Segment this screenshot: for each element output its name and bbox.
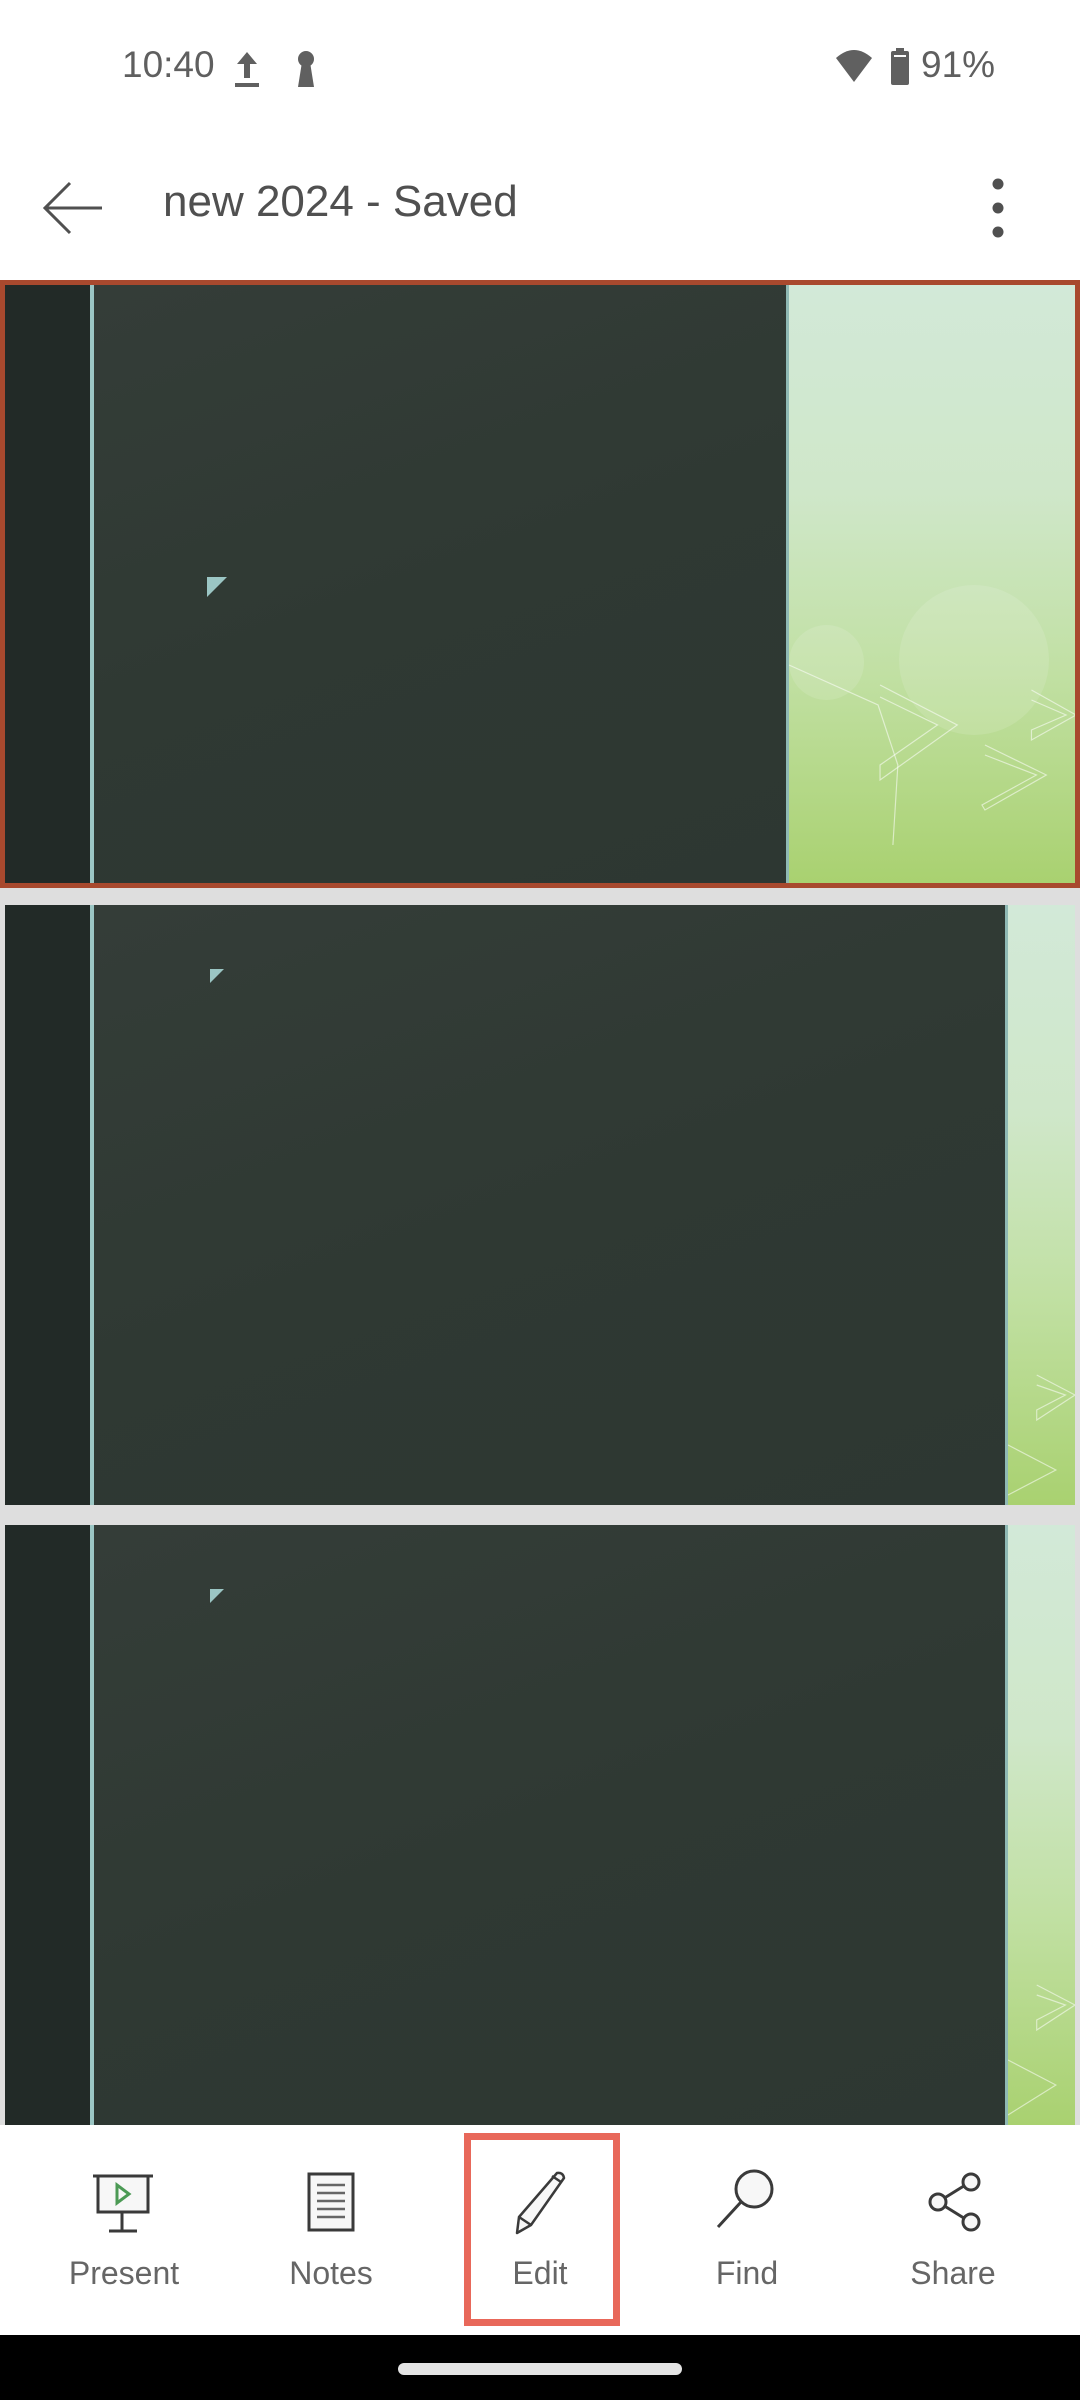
slide-green-panel: [786, 285, 1075, 883]
slide-green-panel: [1005, 905, 1075, 1505]
slide-marker: [207, 577, 227, 597]
slide-thumbnail[interactable]: [0, 280, 1080, 888]
arrow-left-icon: [42, 181, 102, 235]
document-title: new 2024 - Saved: [163, 177, 518, 226]
slide-marker: [210, 969, 224, 983]
back-button[interactable]: [36, 172, 108, 244]
wifi-icon: [836, 50, 872, 82]
edit-button[interactable]: Edit: [440, 2125, 640, 2335]
notes-label: Notes: [289, 2255, 373, 2291]
present-button[interactable]: Present: [24, 2125, 224, 2335]
pencil-icon: [515, 2171, 566, 2235]
more-options-button[interactable]: [970, 172, 1026, 244]
notes-button[interactable]: Notes: [231, 2125, 431, 2335]
slide-thumbnail[interactable]: [5, 905, 1075, 1505]
upload-icon: [235, 52, 259, 87]
battery-icon: [891, 48, 909, 85]
slide-dark-strip: [5, 285, 90, 883]
find-button[interactable]: Find: [647, 2125, 847, 2335]
presentation-play-icon: [93, 2174, 153, 2233]
slide-marker: [210, 1589, 224, 1603]
app-bar: new 2024 - Saved: [0, 135, 1080, 280]
status-time: 10:40: [122, 44, 215, 85]
bottom-toolbar: Present Notes Edit Find Share: [0, 2125, 1080, 2335]
share-label: Share: [910, 2255, 996, 2291]
slide-green-panel: [1005, 1525, 1075, 2125]
magnifier-icon: [716, 2169, 774, 2229]
battery-percent: 91%: [921, 44, 996, 85]
slide-dark-strip: [5, 905, 90, 1505]
find-label: Find: [715, 2255, 779, 2291]
chevron-decoration: [1008, 1374, 1075, 1496]
status-bar: 10:40 91%: [0, 0, 1080, 135]
slide-content-area: [94, 905, 1005, 1505]
share-icon: [928, 2172, 981, 2232]
navigation-bar: [0, 2335, 1080, 2400]
share-button[interactable]: Share: [853, 2125, 1053, 2335]
chevron-decoration: [789, 664, 1075, 846]
slide-content-area: [94, 1525, 1005, 2125]
slide-content-area: [94, 285, 786, 883]
present-label: Present: [68, 2255, 180, 2291]
slide-list[interactable]: [0, 280, 1080, 2125]
slide-dark-strip: [5, 1525, 90, 2125]
keyhole-icon: [298, 51, 314, 87]
chevron-decoration: [1008, 1984, 1075, 2116]
home-gesture-handle[interactable]: [398, 2363, 682, 2375]
notes-icon: [307, 2172, 355, 2232]
more-vertical-icon: [992, 178, 1004, 238]
edit-label: Edit: [512, 2255, 568, 2291]
slide-thumbnail[interactable]: [5, 1525, 1075, 2125]
